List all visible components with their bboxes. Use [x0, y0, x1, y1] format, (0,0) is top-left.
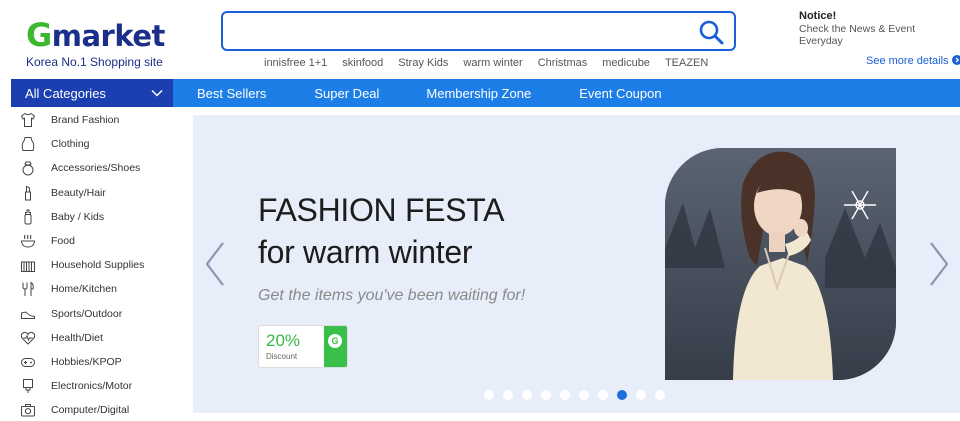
sidebar-item-label: Health/Diet	[51, 331, 103, 344]
lipstick-icon	[25, 185, 31, 201]
nav-super-deal[interactable]: Super Deal	[314, 79, 379, 107]
all-categories-button[interactable]: All Categories	[11, 79, 173, 107]
baby-bottle-icon	[24, 209, 32, 225]
keyword-link[interactable]: skinfood	[342, 57, 383, 71]
sidebar-item-label: Home/Kitchen	[51, 283, 117, 296]
prev-slide-button[interactable]	[201, 239, 229, 289]
notice-title: Notice!	[799, 10, 837, 22]
notice-panel: Notice! Check the News & Event Everyday	[799, 10, 949, 47]
sidebar-item-label: Electronics/Motor	[51, 380, 133, 393]
coupon-label: Discount	[266, 352, 298, 361]
sidebar-item-label: Clothing	[51, 138, 90, 151]
chevron-right-icon	[951, 55, 960, 65]
sidebar-item-label: Computer/Digital	[51, 404, 130, 417]
see-more-label: See more details	[866, 55, 949, 67]
slide-dot[interactable]	[541, 390, 551, 400]
sidebar-item-food[interactable]: Food	[11, 229, 186, 253]
household-icon	[21, 261, 35, 273]
banner-title-line2: for warm winter	[258, 234, 473, 270]
chevron-down-icon	[151, 89, 163, 97]
keyword-link[interactable]: Christmas	[538, 57, 588, 71]
keyword-link[interactable]: medicube	[602, 57, 650, 71]
sidebar-item-health-diet[interactable]: Health/Diet	[11, 326, 186, 350]
slide-dot-active[interactable]	[617, 390, 627, 400]
sidebar-item-label: Accessories/Shoes	[51, 162, 141, 175]
banner-title-line1: FASHION FESTA	[258, 192, 505, 228]
slide-dot[interactable]	[598, 390, 608, 400]
discount-coupon[interactable]: 20% Discount G	[258, 325, 348, 368]
sidebar-item-label: Food	[51, 234, 75, 247]
sidebar-item-label: Baby / Kids	[51, 210, 105, 223]
keyword-link[interactable]: innisfree 1+1	[264, 57, 327, 71]
sidebar-item-household-supplies[interactable]: Household Supplies	[11, 253, 186, 277]
slide-dot[interactable]	[522, 390, 532, 400]
next-slide-button[interactable]	[925, 239, 953, 289]
model-illustration	[665, 148, 896, 380]
nav-membership-zone[interactable]: Membership Zone	[426, 79, 531, 107]
coupon-tab: G	[324, 326, 347, 367]
sidebar-item-label: Hobbies/KPOP	[51, 355, 122, 368]
popular-keywords: innisfree 1+1 skinfood Stray Kids warm w…	[264, 57, 708, 71]
slide-pagination	[484, 390, 665, 400]
nav-best-sellers[interactable]: Best Sellers	[197, 79, 266, 107]
sidebar-item-clothing[interactable]: Clothing	[11, 132, 186, 156]
ring-icon	[22, 161, 34, 176]
logo-g-letter: G	[26, 16, 52, 54]
see-more-link[interactable]: See more details	[866, 55, 960, 67]
plug-icon	[23, 379, 33, 394]
slide-dot[interactable]	[655, 390, 665, 400]
sneaker-icon	[21, 310, 35, 319]
logo-market-text: market	[51, 19, 166, 53]
gmarket-logo[interactable]: Gmarket Korea No.1 Shopping site	[26, 16, 166, 70]
search-button[interactable]	[698, 19, 724, 45]
sidebar-item-label: Household Supplies	[51, 259, 145, 272]
sidebar-item-computer-digital[interactable]: Computer/Digital	[11, 398, 186, 421]
search-input[interactable]	[233, 19, 683, 43]
camera-icon	[21, 404, 35, 417]
keyword-link[interactable]: warm winter	[463, 57, 522, 71]
sidebar-item-home-kitchen[interactable]: Home/Kitchen	[11, 277, 186, 301]
gmarket-g-badge-icon: G	[328, 334, 342, 348]
nav-links: Best Sellers Super Deal Membership Zone …	[197, 79, 662, 107]
search-box	[221, 11, 736, 51]
sidebar-item-accessories-shoes[interactable]: Accessories/Shoes	[11, 156, 186, 180]
sidebar-item-label: Brand Fashion	[51, 114, 120, 126]
sidebar-item-label: Sports/Outdoor	[51, 307, 123, 320]
sidebar-item-label: Beauty/Hair	[51, 186, 106, 199]
sidebar-item-brand-fashion[interactable]: Brand Fashion	[11, 108, 186, 132]
bowl-icon	[20, 234, 36, 248]
logo-tagline: Korea No.1 Shopping site	[26, 55, 163, 69]
banner-model-photo	[665, 148, 896, 380]
banner-subtitle: Get the items you've been waiting for!	[258, 287, 526, 304]
sidebar-item-beauty-hair[interactable]: Beauty/Hair	[11, 181, 186, 205]
hero-banner[interactable]: FASHION FESTA for warm winter Get the it…	[193, 115, 960, 413]
keyword-link[interactable]: Stray Kids	[398, 57, 448, 71]
clothing-icon	[21, 137, 35, 152]
utensils-icon	[22, 282, 34, 297]
sidebar-item-baby-kids[interactable]: Baby / Kids	[11, 205, 186, 229]
nav-event-coupon[interactable]: Event Coupon	[579, 79, 661, 107]
slide-dot[interactable]	[636, 390, 646, 400]
category-sidebar: Brand Fashion Clothing Accessories/Shoes…	[11, 108, 186, 421]
slide-dot[interactable]	[560, 390, 570, 400]
main-nav-bar: All Categories Best Sellers Super Deal M…	[11, 79, 960, 107]
sidebar-item-sports-outdoor[interactable]: Sports/Outdoor	[11, 302, 186, 326]
search-icon	[699, 20, 724, 45]
slide-dot[interactable]	[503, 390, 513, 400]
slide-dot[interactable]	[484, 390, 494, 400]
notice-text: Check the News & Event Everyday	[799, 23, 916, 47]
heart-pulse-icon	[20, 331, 36, 345]
keyword-link[interactable]: TEAZEN	[665, 57, 708, 71]
all-categories-label: All Categories	[25, 86, 106, 101]
shirt-icon	[20, 112, 36, 127]
slide-dot[interactable]	[579, 390, 589, 400]
gamepad-icon	[21, 357, 35, 367]
sidebar-item-electronics-motor[interactable]: Electronics/Motor	[11, 374, 186, 398]
logo-wordmark: Gmarket	[26, 16, 165, 54]
sidebar-item-hobbies-kpop[interactable]: Hobbies/KPOP	[11, 350, 186, 374]
coupon-value: 20%	[266, 331, 301, 350]
